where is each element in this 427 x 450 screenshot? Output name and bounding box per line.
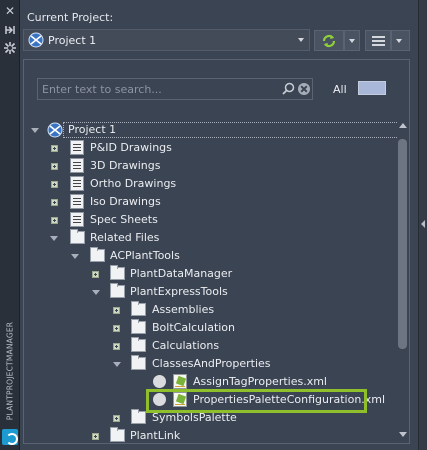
folder-icon — [131, 409, 146, 424]
folder-icon — [110, 265, 125, 280]
current-project-dropdown[interactable]: Project 1 — [23, 29, 310, 51]
collapse-arrow-icon[interactable] — [421, 220, 425, 228]
folder-icon — [110, 283, 125, 298]
tree-row-plantexpresstools[interactable]: PlantExpressTools — [23, 283, 397, 301]
spec-sheets-icon — [70, 212, 84, 227]
chevron-down-icon — [298, 38, 304, 42]
chevron-down-icon[interactable] — [50, 236, 58, 241]
scroll-down-icon[interactable] — [399, 432, 407, 437]
pin-icon[interactable] — [3, 23, 17, 37]
expand-icon[interactable] — [92, 271, 99, 278]
search-icon[interactable] — [282, 82, 295, 98]
tree-row-label: Iso Drawings — [90, 195, 161, 208]
clear-search-icon[interactable] — [298, 83, 310, 95]
collapse-strip[interactable] — [418, 0, 427, 450]
tree-row-classesandproperties[interactable]: ClassesAndProperties — [23, 355, 397, 373]
tree-row-related-files[interactable]: Related Files — [23, 229, 397, 247]
folder-icon — [131, 301, 146, 316]
highlight-frame — [146, 389, 367, 413]
chevron-down-icon[interactable] — [71, 254, 79, 259]
palette-title: PLANTPROJECTMANAGER — [5, 321, 15, 421]
chevron-down-icon — [396, 39, 402, 43]
refresh-button[interactable] — [314, 30, 344, 51]
project-name: Project 1 — [48, 34, 97, 47]
tree-row-label: Related Files — [90, 231, 160, 244]
expand-icon[interactable] — [51, 163, 58, 170]
pid-drawings-icon — [70, 140, 84, 155]
tree-row-ortho-drawings[interactable]: Ortho Drawings — [23, 175, 397, 193]
tree-row-project[interactable]: Project 1 — [23, 121, 397, 139]
expand-icon[interactable] — [51, 217, 58, 224]
tree-row-label: P&ID Drawings — [90, 141, 172, 154]
folder-icon — [90, 247, 105, 262]
scroll-thumb[interactable] — [398, 139, 407, 349]
tree-row-plantlink[interactable]: PlantLink — [23, 427, 397, 444]
chevron-down-icon[interactable] — [92, 290, 100, 295]
tree-row-label: Ortho Drawings — [90, 177, 177, 190]
tree-row-label: ClassesAndProperties — [152, 357, 271, 370]
expand-icon[interactable] — [51, 181, 58, 188]
tree-row-3d-drawings[interactable]: 3D Drawings — [23, 157, 397, 175]
expand-icon[interactable] — [113, 415, 120, 422]
status-indicator-icon — [153, 375, 166, 388]
expand-icon[interactable] — [113, 307, 120, 314]
palette-title-strip: ✕ PLANTPROJECTMANAGER — [0, 0, 20, 450]
expand-icon[interactable] — [51, 199, 58, 206]
tree-row-label: Spec Sheets — [90, 213, 158, 226]
folder-icon — [70, 229, 85, 244]
tree-row-label: Project 1 — [68, 123, 117, 136]
ortho-drawings-icon — [70, 176, 84, 191]
xml-file-icon — [173, 374, 187, 389]
current-project-label: Current Project: — [27, 11, 114, 24]
tree-row-acplanttools[interactable]: ACPlantTools — [23, 247, 397, 265]
settings-icon[interactable] — [3, 41, 17, 55]
expand-icon[interactable] — [92, 433, 99, 440]
tree-scrollbar[interactable] — [397, 119, 408, 441]
tree-row-iso-drawings[interactable]: Iso Drawings — [23, 193, 397, 211]
project-globe-icon — [28, 32, 44, 51]
folder-icon — [131, 319, 146, 334]
tree-row-boltcalculation[interactable]: BoltCalculation — [23, 319, 397, 337]
tree-row-assemblies[interactable]: Assemblies — [23, 301, 397, 319]
details-view-button[interactable] — [365, 30, 391, 51]
tree-row-label: Assemblies — [152, 303, 215, 316]
tree-row-label: ACPlantTools — [110, 249, 180, 262]
chevron-down-icon — [349, 39, 355, 43]
folder-icon — [131, 355, 146, 370]
tree-row-label: BoltCalculation — [152, 321, 236, 334]
search-field[interactable] — [37, 78, 313, 100]
tree-row-label: PlantExpressTools — [130, 285, 228, 298]
iso-drawings-icon — [70, 194, 84, 209]
tree-row-label: AssignTagProperties.xml — [193, 375, 327, 388]
chevron-down-icon[interactable] — [31, 128, 39, 133]
folder-icon — [110, 427, 125, 442]
tree-row-label: PlantLink — [130, 429, 181, 442]
tree-row-plantdatamanager[interactable]: PlantDataManager — [23, 265, 397, 283]
tree-row-label: 3D Drawings — [90, 159, 161, 172]
menu-icon — [372, 36, 385, 38]
chevron-down-icon[interactable] — [113, 362, 121, 367]
expand-icon[interactable] — [113, 325, 120, 332]
refresh-options-dropdown[interactable] — [344, 30, 360, 51]
tree-row-spec-sheets[interactable]: Spec Sheets — [23, 211, 397, 229]
refresh-icon — [320, 33, 338, 52]
folder-icon — [131, 337, 146, 352]
3d-drawings-icon — [70, 158, 84, 173]
plant-logo-icon[interactable] — [2, 429, 18, 445]
filter-label: All — [333, 83, 347, 96]
tree-row-calculations[interactable]: Calculations — [23, 337, 397, 355]
filter-toggle[interactable] — [358, 81, 386, 95]
expand-icon[interactable] — [113, 343, 120, 350]
close-icon[interactable]: ✕ — [3, 4, 17, 18]
tree-row-label: PlantDataManager — [130, 267, 233, 280]
tree-row-label: Calculations — [152, 339, 220, 352]
expand-icon[interactable] — [51, 145, 58, 152]
tree-row-pid-drawings[interactable]: P&ID Drawings — [23, 139, 397, 157]
view-options-dropdown[interactable] — [391, 30, 410, 51]
search-input[interactable] — [42, 80, 278, 98]
scroll-up-icon[interactable] — [399, 123, 407, 128]
